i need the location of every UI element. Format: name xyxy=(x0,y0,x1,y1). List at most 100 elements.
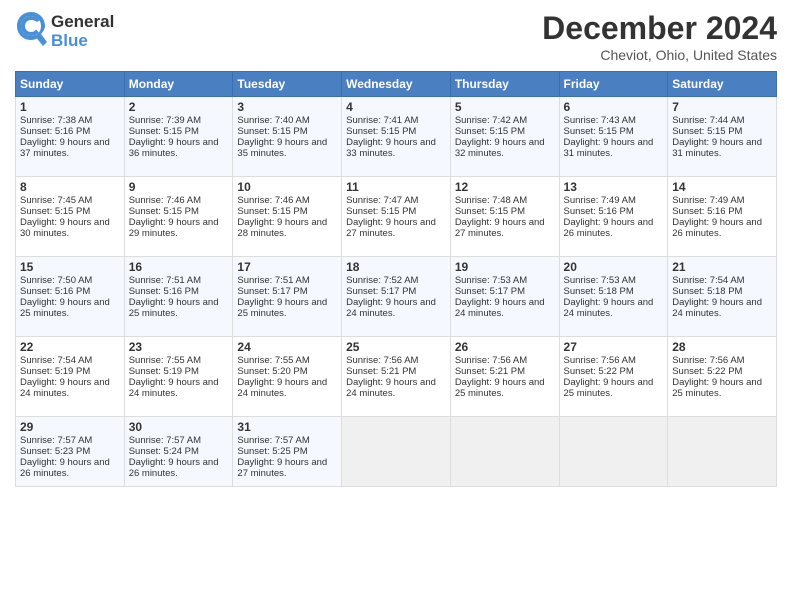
day-number: 4 xyxy=(346,100,446,114)
daylight: Daylight: 9 hours and 24 minutes. xyxy=(455,297,545,319)
sunrise: Sunrise: 7:49 AM xyxy=(564,195,636,206)
daylight: Daylight: 9 hours and 24 minutes. xyxy=(129,377,219,399)
sunset: Sunset: 5:24 PM xyxy=(129,446,199,457)
sunrise: Sunrise: 7:54 AM xyxy=(672,275,744,286)
day-number: 9 xyxy=(129,180,229,194)
day-number: 14 xyxy=(672,180,772,194)
sunset: Sunset: 5:21 PM xyxy=(346,366,416,377)
calendar-cell: 30Sunrise: 7:57 AMSunset: 5:24 PMDayligh… xyxy=(124,417,233,487)
day-number: 5 xyxy=(455,100,555,114)
daylight: Daylight: 9 hours and 36 minutes. xyxy=(129,137,219,159)
calendar-cell: 14Sunrise: 7:49 AMSunset: 5:16 PMDayligh… xyxy=(668,177,777,257)
sunrise: Sunrise: 7:40 AM xyxy=(237,115,309,126)
day-number: 28 xyxy=(672,340,772,354)
sunset: Sunset: 5:16 PM xyxy=(672,206,742,217)
sunrise: Sunrise: 7:41 AM xyxy=(346,115,418,126)
daylight: Daylight: 9 hours and 24 minutes. xyxy=(20,377,110,399)
calendar-cell: 3Sunrise: 7:40 AMSunset: 5:15 PMDaylight… xyxy=(233,97,342,177)
sunset: Sunset: 5:17 PM xyxy=(346,286,416,297)
day-number: 20 xyxy=(564,260,664,274)
sunrise: Sunrise: 7:38 AM xyxy=(20,115,92,126)
daylight: Daylight: 9 hours and 28 minutes. xyxy=(237,217,327,239)
sunset: Sunset: 5:15 PM xyxy=(564,126,634,137)
sunrise: Sunrise: 7:56 AM xyxy=(346,355,418,366)
day-number: 18 xyxy=(346,260,446,274)
sunrise: Sunrise: 7:56 AM xyxy=(564,355,636,366)
sunset: Sunset: 5:15 PM xyxy=(672,126,742,137)
daylight: Daylight: 9 hours and 25 minutes. xyxy=(237,297,327,319)
sunset: Sunset: 5:18 PM xyxy=(564,286,634,297)
daylight: Daylight: 9 hours and 25 minutes. xyxy=(672,377,762,399)
calendar-cell: 4Sunrise: 7:41 AMSunset: 5:15 PMDaylight… xyxy=(342,97,451,177)
calendar-cell: 10Sunrise: 7:46 AMSunset: 5:15 PMDayligh… xyxy=(233,177,342,257)
col-header-saturday: Saturday xyxy=(668,72,777,97)
sunset: Sunset: 5:20 PM xyxy=(237,366,307,377)
day-number: 10 xyxy=(237,180,337,194)
col-header-thursday: Thursday xyxy=(450,72,559,97)
sunset: Sunset: 5:16 PM xyxy=(20,286,90,297)
day-number: 24 xyxy=(237,340,337,354)
calendar-cell xyxy=(668,417,777,487)
sunrise: Sunrise: 7:53 AM xyxy=(564,275,636,286)
calendar-cell: 13Sunrise: 7:49 AMSunset: 5:16 PMDayligh… xyxy=(559,177,668,257)
sunset: Sunset: 5:15 PM xyxy=(455,126,525,137)
sunrise: Sunrise: 7:57 AM xyxy=(237,435,309,446)
sunset: Sunset: 5:17 PM xyxy=(455,286,525,297)
day-number: 11 xyxy=(346,180,446,194)
daylight: Daylight: 9 hours and 24 minutes. xyxy=(237,377,327,399)
sunrise: Sunrise: 7:56 AM xyxy=(455,355,527,366)
logo-icon xyxy=(15,10,47,48)
day-number: 29 xyxy=(20,420,120,434)
sunset: Sunset: 5:23 PM xyxy=(20,446,90,457)
day-number: 8 xyxy=(20,180,120,194)
day-number: 7 xyxy=(672,100,772,114)
sunrise: Sunrise: 7:56 AM xyxy=(672,355,744,366)
daylight: Daylight: 9 hours and 33 minutes. xyxy=(346,137,436,159)
calendar-week-2: 8Sunrise: 7:45 AMSunset: 5:15 PMDaylight… xyxy=(16,177,777,257)
sunrise: Sunrise: 7:52 AM xyxy=(346,275,418,286)
calendar-cell: 23Sunrise: 7:55 AMSunset: 5:19 PMDayligh… xyxy=(124,337,233,417)
day-number: 12 xyxy=(455,180,555,194)
calendar-cell: 26Sunrise: 7:56 AMSunset: 5:21 PMDayligh… xyxy=(450,337,559,417)
calendar-cell: 20Sunrise: 7:53 AMSunset: 5:18 PMDayligh… xyxy=(559,257,668,337)
sunset: Sunset: 5:15 PM xyxy=(20,206,90,217)
day-number: 3 xyxy=(237,100,337,114)
sunrise: Sunrise: 7:46 AM xyxy=(129,195,201,206)
sunset: Sunset: 5:15 PM xyxy=(129,206,199,217)
day-number: 13 xyxy=(564,180,664,194)
daylight: Daylight: 9 hours and 26 minutes. xyxy=(564,217,654,239)
calendar-cell xyxy=(559,417,668,487)
sunset: Sunset: 5:21 PM xyxy=(455,366,525,377)
sunset: Sunset: 5:19 PM xyxy=(129,366,199,377)
sunrise: Sunrise: 7:51 AM xyxy=(129,275,201,286)
sunrise: Sunrise: 7:50 AM xyxy=(20,275,92,286)
col-header-friday: Friday xyxy=(559,72,668,97)
day-number: 25 xyxy=(346,340,446,354)
sunset: Sunset: 5:25 PM xyxy=(237,446,307,457)
daylight: Daylight: 9 hours and 24 minutes. xyxy=(672,297,762,319)
sunrise: Sunrise: 7:43 AM xyxy=(564,115,636,126)
sunrise: Sunrise: 7:46 AM xyxy=(237,195,309,206)
sunrise: Sunrise: 7:39 AM xyxy=(129,115,201,126)
daylight: Daylight: 9 hours and 30 minutes. xyxy=(20,217,110,239)
daylight: Daylight: 9 hours and 37 minutes. xyxy=(20,137,110,159)
sunrise: Sunrise: 7:47 AM xyxy=(346,195,418,206)
calendar-cell xyxy=(450,417,559,487)
day-number: 23 xyxy=(129,340,229,354)
day-number: 19 xyxy=(455,260,555,274)
sunset: Sunset: 5:15 PM xyxy=(129,126,199,137)
col-header-tuesday: Tuesday xyxy=(233,72,342,97)
sunrise: Sunrise: 7:42 AM xyxy=(455,115,527,126)
day-number: 22 xyxy=(20,340,120,354)
daylight: Daylight: 9 hours and 24 minutes. xyxy=(346,377,436,399)
calendar-cell: 21Sunrise: 7:54 AMSunset: 5:18 PMDayligh… xyxy=(668,257,777,337)
daylight: Daylight: 9 hours and 25 minutes. xyxy=(20,297,110,319)
daylight: Daylight: 9 hours and 29 minutes. xyxy=(129,217,219,239)
logo-general: General xyxy=(51,13,114,32)
calendar-cell: 2Sunrise: 7:39 AMSunset: 5:15 PMDaylight… xyxy=(124,97,233,177)
sunrise: Sunrise: 7:57 AM xyxy=(129,435,201,446)
calendar-week-1: 1Sunrise: 7:38 AMSunset: 5:16 PMDaylight… xyxy=(16,97,777,177)
day-number: 16 xyxy=(129,260,229,274)
col-header-wednesday: Wednesday xyxy=(342,72,451,97)
day-number: 17 xyxy=(237,260,337,274)
